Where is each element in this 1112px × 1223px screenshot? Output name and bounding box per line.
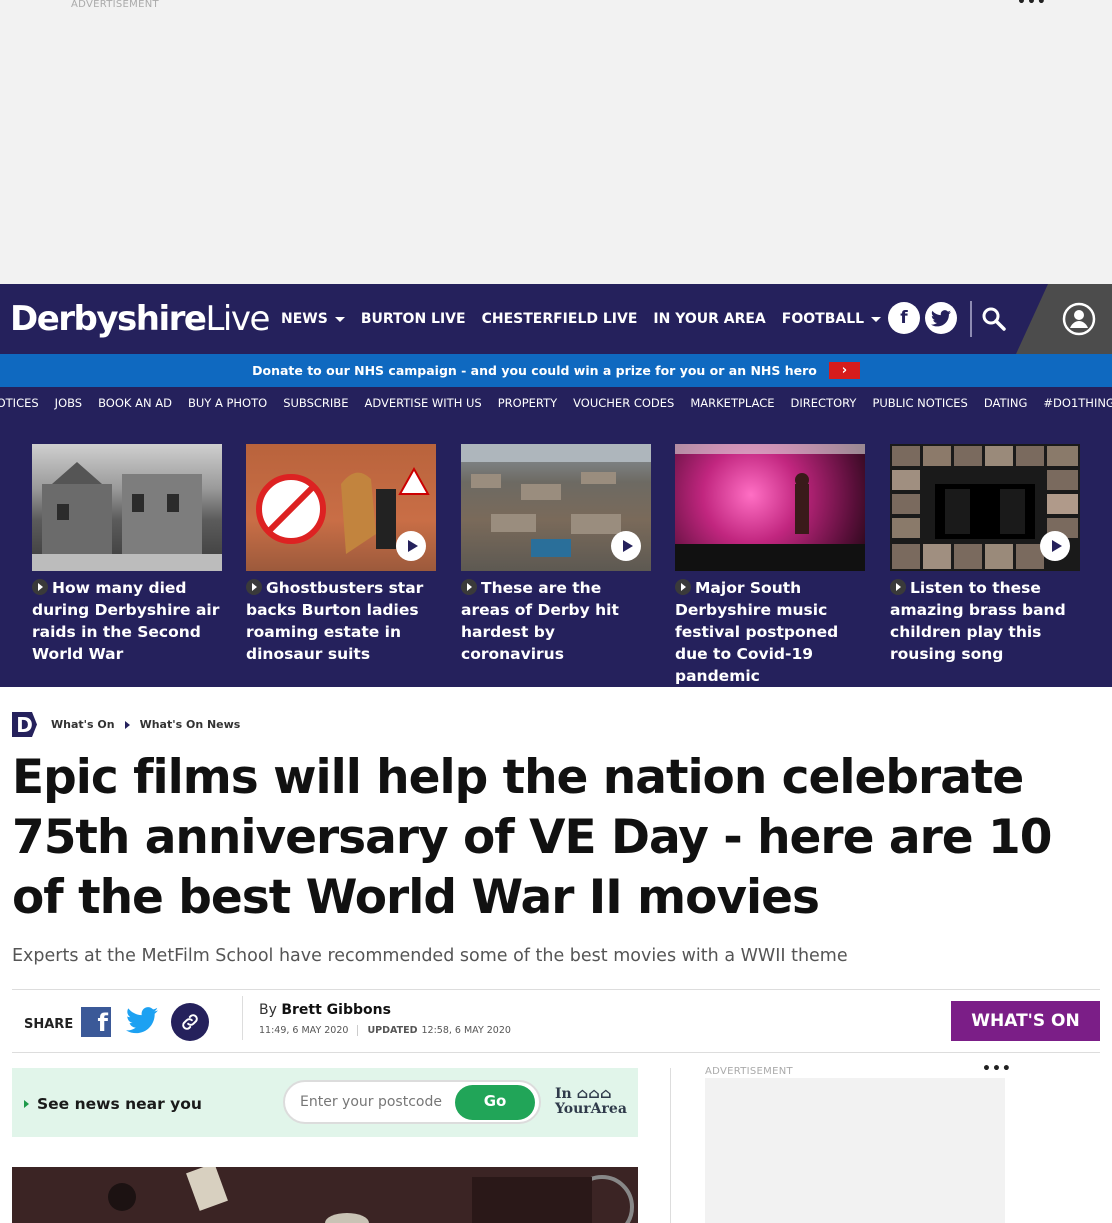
advertisement-label: ADVERTISEMENT <box>71 0 159 10</box>
secondary-link-public-notices[interactable]: PUBLIC NOTICES <box>872 396 967 410</box>
nav-item-in-your-area[interactable]: IN YOUR AREA <box>653 311 765 327</box>
share-label: SHARE <box>24 1017 74 1032</box>
nav-menu: NEWS BURTON LIVE CHESTERFIELD LIVE IN YO… <box>281 284 882 354</box>
donate-banner[interactable]: Donate to our NHS campaign - and you cou… <box>0 354 1112 387</box>
story-title[interactable]: Major South Derbyshire music festival po… <box>675 579 838 685</box>
column-divider <box>670 1068 671 1223</box>
section-button-whats-on[interactable]: WHAT'S ON <box>951 1001 1100 1041</box>
breadcrumb-item-whats-on[interactable]: What's On <box>51 718 115 731</box>
story-thumbnail[interactable] <box>675 444 865 571</box>
story-title[interactable]: Ghostbusters star backs Burton ladies ro… <box>246 579 423 663</box>
play-icon[interactable] <box>1040 531 1070 561</box>
secondary-link-voucher-codes[interactable]: VOUCHER CODES <box>573 396 674 410</box>
ad-options-button[interactable]: ••• <box>982 1061 1012 1077</box>
featured-story[interactable]: Ghostbusters star backs Burton ladies ro… <box>246 444 436 665</box>
secondary-link-dating[interactable]: DATING <box>984 396 1028 410</box>
secondary-link-advertise[interactable]: ADVERTISE WITH US <box>364 396 481 410</box>
facebook-share-icon[interactable]: f <box>81 1007 111 1037</box>
donate-text: Donate to our NHS campaign - and you cou… <box>252 363 817 378</box>
story-title[interactable]: How many died during Derbyshire air raid… <box>32 579 219 663</box>
secondary-nav: NOTICES JOBS BOOK AN AD BUY A PHOTO SUBS… <box>0 387 1112 418</box>
go-button[interactable]: Go <box>455 1085 535 1120</box>
secondary-link-buy-a-photo[interactable]: BUY A PHOTO <box>188 396 267 410</box>
chevron-right-icon <box>124 720 130 729</box>
story-thumbnail[interactable] <box>32 444 222 571</box>
facebook-icon[interactable]: f <box>888 302 920 334</box>
twitter-share-icon[interactable] <box>126 1007 158 1035</box>
user-icon[interactable] <box>1062 302 1096 336</box>
postcode-placeholder: Enter your postcode <box>300 1094 442 1110</box>
arrow-icon <box>675 579 691 595</box>
story-thumbnail[interactable] <box>461 444 651 571</box>
copy-link-icon[interactable] <box>171 1003 209 1041</box>
author-name[interactable]: Brett Gibbons <box>281 1002 391 1018</box>
story-thumbnail[interactable] <box>246 444 436 571</box>
arrow-icon <box>461 579 477 595</box>
article-dates: 11:49, 6 MAY 2020 UPDATED 12:58, 6 MAY 2… <box>259 1025 511 1036</box>
in-your-area-logo[interactable]: In ⌂⌂⌂ YourArea <box>555 1087 627 1117</box>
play-icon[interactable] <box>611 531 641 561</box>
secondary-link-book-an-ad[interactable]: BOOK AN AD <box>98 396 172 410</box>
article-hero-image <box>12 1167 638 1223</box>
nav-item-chesterfield-live[interactable]: CHESTERFIELD LIVE <box>482 311 638 327</box>
updated-label: UPDATED <box>367 1025 418 1036</box>
arrow-icon <box>890 579 906 595</box>
breadcrumb: D What's On What's On News <box>12 712 240 737</box>
byline-bar: SHARE f By Brett Gibbons 11:49, 6 MAY 20… <box>12 989 1100 1053</box>
nav-divider <box>970 301 972 337</box>
arrow-icon <box>24 1100 29 1108</box>
featured-story[interactable]: These are the areas of Derby hit hardest… <box>461 444 651 665</box>
published-time: 11:49, 6 MAY 2020 <box>259 1025 349 1036</box>
ad-options-button[interactable]: ••• <box>1017 0 1047 10</box>
secondary-link-subscribe[interactable]: SUBSCRIBE <box>283 396 348 410</box>
near-you-label: See news near you <box>24 1095 202 1113</box>
secondary-link-jobs[interactable]: JOBS <box>55 396 82 410</box>
secondary-link-notices[interactable]: NOTICES <box>0 396 39 410</box>
site-logo[interactable]: DerbyshireLive <box>10 299 270 339</box>
chevron-down-icon <box>871 316 882 322</box>
arrow-icon <box>32 579 48 595</box>
featured-story[interactable]: Listen to these amazing brass band child… <box>890 444 1080 665</box>
news-near-you-widget: See news near you Enter your postcode Go… <box>12 1068 638 1137</box>
featured-story[interactable]: Major South Derbyshire music festival po… <box>675 444 865 687</box>
nav-item-football[interactable]: FOOTBALL <box>782 311 882 327</box>
breadcrumb-item-whats-on-news[interactable]: What's On News <box>140 718 241 731</box>
side-advertisement <box>705 1078 1005 1223</box>
article-standfirst: Experts at the MetFilm School have recom… <box>12 946 848 966</box>
updated-time: 12:58, 6 MAY 2020 <box>421 1025 511 1036</box>
featured-story[interactable]: How many died during Derbyshire air raid… <box>32 444 222 665</box>
play-icon[interactable] <box>396 531 426 561</box>
chevron-down-icon <box>334 316 345 322</box>
featured-stories: How many died during Derbyshire air raid… <box>0 418 1112 687</box>
twitter-icon[interactable] <box>925 302 957 334</box>
secondary-link-property[interactable]: PROPERTY <box>498 396 557 410</box>
story-title[interactable]: These are the areas of Derby hit hardest… <box>461 579 619 663</box>
search-icon[interactable] <box>981 306 1007 332</box>
advertisement-label: ADVERTISEMENT <box>705 1066 793 1077</box>
article-headline: Epic films will help the nation celebrat… <box>12 750 1052 925</box>
story-thumbnail[interactable] <box>890 444 1080 571</box>
secondary-link-do1thing[interactable]: #DO1THING <box>1043 396 1112 410</box>
nav-item-news[interactable]: NEWS <box>281 311 345 327</box>
arrow-icon <box>246 579 262 595</box>
byline-divider <box>242 996 243 1040</box>
secondary-link-directory[interactable]: DIRECTORY <box>791 396 857 410</box>
secondary-link-marketplace[interactable]: MARKETPLACE <box>690 396 774 410</box>
byline: By Brett Gibbons <box>259 1002 391 1018</box>
top-advertisement <box>0 0 1112 284</box>
donate-arrow-button[interactable]: › <box>828 362 860 379</box>
site-badge-logo[interactable]: D <box>12 712 37 737</box>
nav-item-burton-live[interactable]: BURTON LIVE <box>361 311 466 327</box>
story-title[interactable]: Listen to these amazing brass band child… <box>890 579 1066 663</box>
